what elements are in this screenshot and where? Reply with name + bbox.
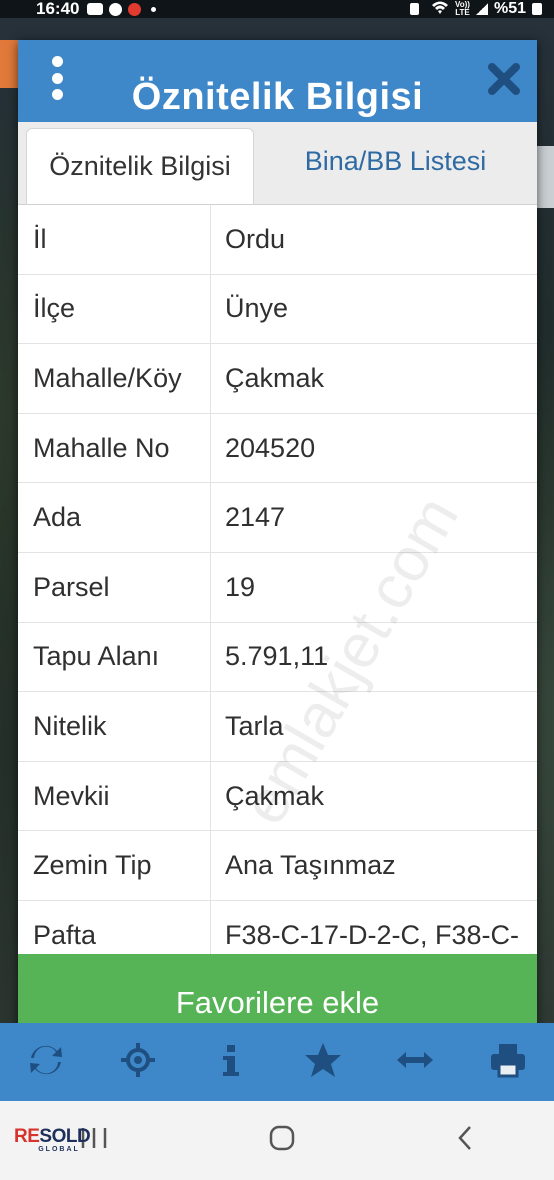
logo-re: RE — [14, 1126, 40, 1147]
table-row: Tapu Alanı 5.791,11 — [18, 622, 537, 693]
row-value: Tarla — [225, 710, 284, 741]
status-right: Vo)) LTE %51 — [410, 0, 542, 19]
row-value: 19 — [225, 571, 256, 602]
row-value: Ana Taşınmaz — [225, 850, 396, 881]
row-key: Zemin Tip — [18, 831, 211, 900]
youtube-notification-icon — [87, 3, 104, 15]
table-row: Zemin Tip Ana Taşınmaz — [18, 831, 537, 901]
table-row: İl Ordu — [18, 205, 537, 275]
table-row: İlçe Ünye — [18, 274, 537, 345]
measure-icon[interactable] — [395, 1040, 435, 1085]
row-key: İl — [18, 205, 211, 274]
row-key: Parsel — [18, 552, 211, 622]
star-icon[interactable] — [303, 1040, 343, 1085]
table-row: Parsel 19 — [18, 552, 537, 623]
status-time: 16:40 — [36, 0, 80, 18]
wifi-icon — [431, 0, 449, 19]
map-side-handle[interactable] — [534, 146, 554, 208]
row-value: Ordu — [225, 223, 286, 254]
row-value: 5.791,11 — [225, 641, 329, 672]
network-type: Vo)) LTE — [455, 1, 470, 17]
info-icon[interactable] — [211, 1040, 251, 1085]
refresh-icon[interactable] — [26, 1040, 66, 1085]
more-notifications-icon — [151, 6, 157, 12]
table-row: Mevkii Çakmak — [18, 761, 537, 832]
sim-icon — [410, 3, 419, 15]
attribute-table: İl Ordu İlçe Ünye Mahalle/Köy Çakmak Mah… — [18, 205, 537, 971]
battery-icon — [532, 3, 542, 15]
row-value: Ünye — [225, 293, 289, 324]
locate-icon[interactable] — [118, 1040, 158, 1085]
row-value: 204520 — [225, 432, 316, 463]
logo-global: GLOBAL — [38, 1146, 80, 1153]
map-toolbar — [0, 1023, 554, 1101]
row-value: 2147 — [225, 502, 286, 533]
home-icon[interactable] — [268, 1124, 296, 1157]
resold-logo: RESOLD GLOBAL — [14, 1126, 104, 1166]
row-key: Ada — [18, 483, 211, 552]
table-row: Ada 2147 — [18, 483, 537, 553]
dialog-header: Öznitelik Bilgisi — [18, 40, 537, 122]
chrome-notification-icon — [109, 2, 123, 16]
table-row: Nitelik Tarla — [18, 692, 537, 762]
signal-icon — [475, 3, 488, 15]
row-value: Çakmak — [225, 362, 325, 393]
row-key: Nitelik — [18, 692, 211, 761]
row-key: Mahalle No — [18, 413, 211, 483]
row-key: İlçe — [18, 274, 211, 344]
print-icon[interactable] — [488, 1040, 528, 1085]
lte-label: LTE — [455, 8, 470, 17]
battery-percent: %51 — [493, 0, 526, 17]
table-row: Mahalle/Köy Çakmak — [18, 344, 537, 414]
attribute-dialog: Öznitelik Bilgisi Öznitelik Bilgisi Bina… — [18, 40, 537, 1052]
status-bar: 16:40 Vo)) LTE %51 — [0, 0, 554, 18]
logo-sold: SOLD — [39, 1126, 91, 1147]
tab-attribute-info[interactable]: Öznitelik Bilgisi — [26, 128, 254, 204]
row-key: Mahalle/Köy — [18, 344, 211, 413]
table-row: Mahalle No 204520 — [18, 413, 537, 484]
row-value: Çakmak — [225, 780, 325, 811]
row-key: Tapu Alanı — [18, 622, 211, 692]
app-notification-icon — [128, 2, 142, 16]
dialog-title: Öznitelik Bilgisi — [131, 76, 424, 118]
tab-building-list[interactable]: Bina/BB Listesi — [254, 122, 537, 204]
back-icon[interactable] — [455, 1124, 475, 1157]
row-key: Mevkii — [18, 761, 211, 831]
close-icon[interactable] — [487, 62, 521, 96]
tab-bar: Öznitelik Bilgisi Bina/BB Listesi — [18, 122, 537, 205]
